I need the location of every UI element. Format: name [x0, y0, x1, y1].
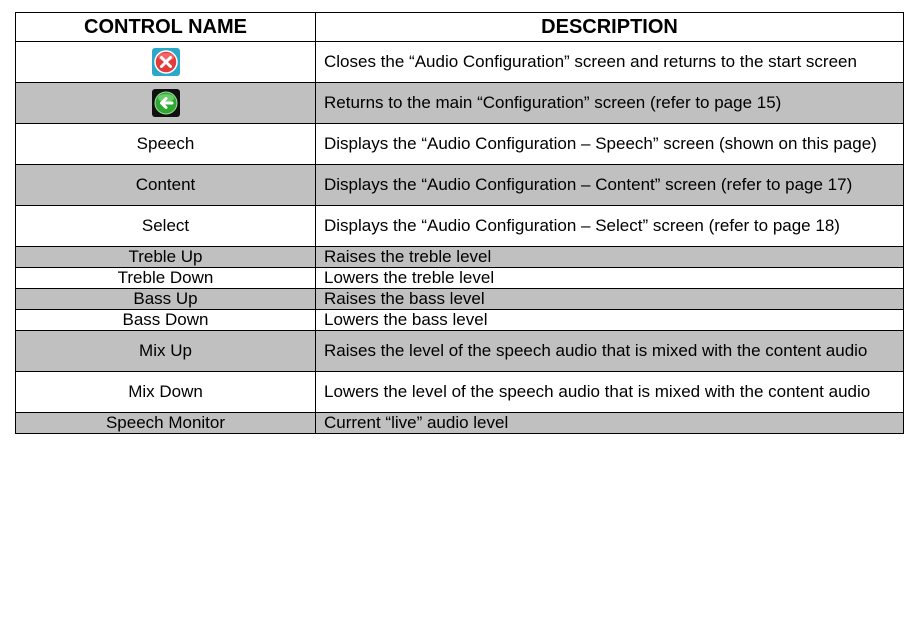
table-row: Mix Up Raises the level of the speech au… — [15, 330, 904, 372]
description-cell: Closes the “Audio Configuration” screen … — [315, 41, 904, 83]
header-control-name: CONTROL NAME — [15, 12, 316, 42]
control-name-cell — [15, 41, 316, 83]
control-name-cell: Mix Up — [15, 330, 316, 372]
table-row: Treble Down Lowers the treble level — [15, 267, 904, 289]
control-name-cell: Treble Down — [15, 267, 316, 289]
header-description: DESCRIPTION — [315, 12, 904, 42]
table-row: Select Displays the “Audio Configuration… — [15, 205, 904, 247]
description-cell: Displays the “Audio Configuration – Cont… — [315, 164, 904, 206]
table-row: Speech Monitor Current “live” audio leve… — [15, 412, 904, 434]
description-cell: Raises the bass level — [315, 288, 904, 310]
table-row: Mix Down Lowers the level of the speech … — [15, 371, 904, 413]
description-cell: Lowers the level of the speech audio tha… — [315, 371, 904, 413]
description-cell: Lowers the treble level — [315, 267, 904, 289]
close-icon — [151, 48, 180, 76]
description-cell: Raises the level of the speech audio tha… — [315, 330, 904, 372]
control-name-cell: Speech — [15, 123, 316, 165]
description-cell: Returns to the main “Configuration” scre… — [315, 82, 904, 124]
control-name-cell: Treble Up — [15, 246, 316, 268]
table-header-row: CONTROL NAME DESCRIPTION — [15, 12, 904, 42]
control-name-cell: Bass Up — [15, 288, 316, 310]
table-row: Bass Down Lowers the bass level — [15, 309, 904, 331]
table-row: Speech Displays the “Audio Configuration… — [15, 123, 904, 165]
control-name-cell: Content — [15, 164, 316, 206]
table-row: Bass Up Raises the bass level — [15, 288, 904, 310]
description-cell: Raises the treble level — [315, 246, 904, 268]
control-table: CONTROL NAME DESCRIPTION Closes the “Aud… — [15, 12, 904, 434]
table-row: Returns to the main “Configuration” scre… — [15, 82, 904, 124]
description-cell: Current “live” audio level — [315, 412, 904, 434]
control-name-cell: Mix Down — [15, 371, 316, 413]
description-cell: Displays the “Audio Configuration – Sele… — [315, 205, 904, 247]
description-cell: Lowers the bass level — [315, 309, 904, 331]
table-row: Treble Up Raises the treble level — [15, 246, 904, 268]
control-name-cell — [15, 82, 316, 124]
table-row: Closes the “Audio Configuration” screen … — [15, 41, 904, 83]
back-arrow-icon — [151, 89, 180, 117]
control-name-cell: Bass Down — [15, 309, 316, 331]
table-row: Content Displays the “Audio Configuratio… — [15, 164, 904, 206]
description-cell: Displays the “Audio Configuration – Spee… — [315, 123, 904, 165]
control-name-cell: Speech Monitor — [15, 412, 316, 434]
control-name-cell: Select — [15, 205, 316, 247]
